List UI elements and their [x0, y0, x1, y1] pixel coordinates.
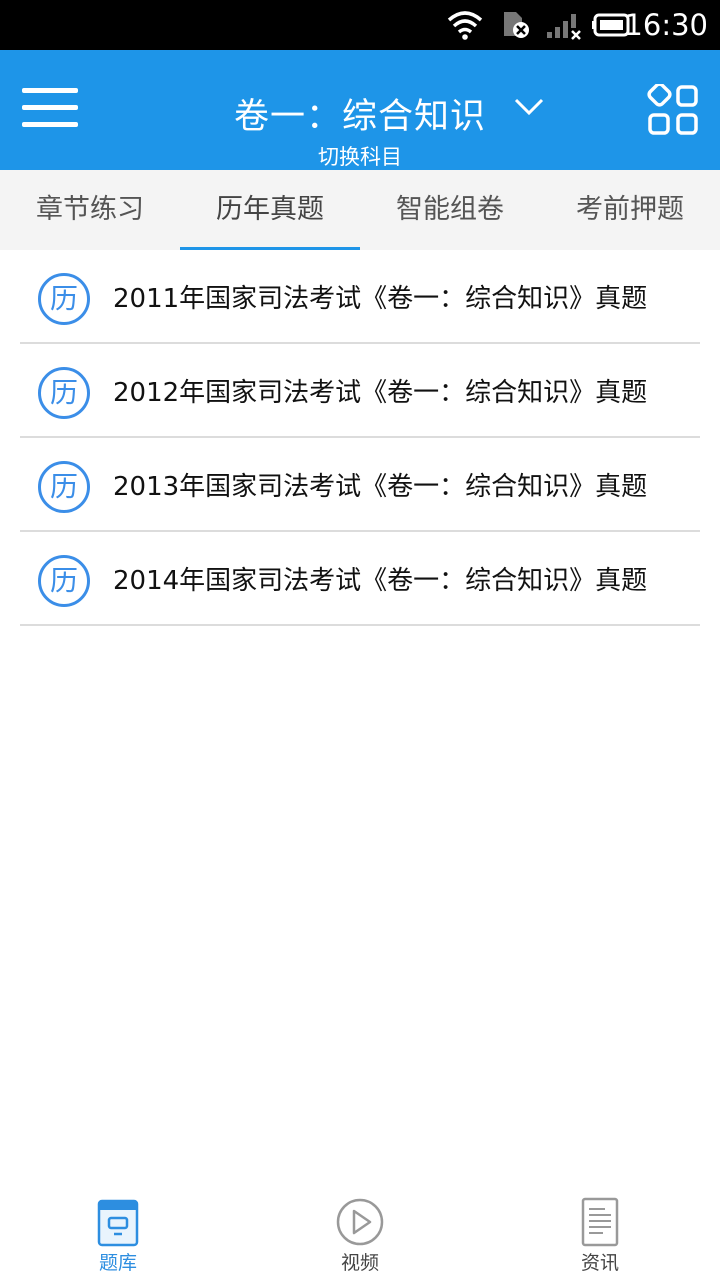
list-item-title: 2014年国家司法考试《卷一：综合知识》真题: [113, 566, 648, 596]
history-badge-icon: 历: [38, 273, 90, 325]
list-item[interactable]: 历 2012年国家司法考试《卷一：综合知识》真题: [20, 344, 700, 438]
list-item[interactable]: 历 2014年国家司法考试《卷一：综合知识》真题: [20, 532, 700, 626]
news-document-icon: [581, 1197, 619, 1247]
signal-icon: [547, 14, 581, 40]
nav-video[interactable]: 视频: [290, 1190, 430, 1280]
exam-list: 历 2011年国家司法考试《卷一：综合知识》真题 历 2012年国家司法考试《卷…: [0, 250, 720, 626]
tab-smart-paper[interactable]: 智能组卷: [360, 170, 540, 250]
hamburger-menu-icon[interactable]: [22, 88, 78, 132]
question-bank-icon: [97, 1199, 139, 1247]
nav-question-bank[interactable]: 题库: [48, 1190, 188, 1280]
app-bar: 卷一：综合知识 切换科目: [0, 50, 720, 170]
clock: 16:30: [624, 8, 708, 42]
category-grid-icon[interactable]: [642, 84, 700, 138]
list-item-title: 2011年国家司法考试《卷一：综合知识》真题: [113, 284, 648, 314]
nav-label: 资讯: [580, 1252, 619, 1274]
tab-pre-exam-predictions[interactable]: 考前押题: [540, 170, 720, 250]
tab-bar: 章节练习 历年真题 智能组卷 考前押题: [0, 170, 720, 250]
wifi-icon: [447, 11, 483, 40]
nav-label: 视频: [340, 1252, 379, 1274]
list-item[interactable]: 历 2013年国家司法考试《卷一：综合知识》真题: [20, 438, 700, 532]
sim-card-icon: [504, 12, 529, 38]
bottom-nav: 题库 视频 资讯: [0, 1190, 720, 1280]
list-item-title: 2013年国家司法考试《卷一：综合知识》真题: [113, 472, 648, 502]
nav-news[interactable]: 资讯: [530, 1190, 670, 1280]
tab-chapter-practice[interactable]: 章节练习: [0, 170, 180, 250]
list-item[interactable]: 历 2011年国家司法考试《卷一：综合知识》真题: [20, 250, 700, 344]
list-item-title: 2012年国家司法考试《卷一：综合知识》真题: [113, 378, 648, 408]
history-badge-icon: 历: [38, 367, 90, 419]
tab-past-exams[interactable]: 历年真题: [180, 170, 360, 250]
history-badge-icon: 历: [38, 461, 90, 513]
status-bar: 16:30: [0, 0, 720, 50]
history-badge-icon: 历: [38, 555, 90, 607]
chevron-down-icon[interactable]: [512, 94, 546, 120]
play-video-icon: [336, 1198, 384, 1246]
switch-subject-label[interactable]: 切换科目: [0, 141, 720, 171]
subject-title[interactable]: 卷一：综合知识: [234, 88, 486, 139]
nav-label: 题库: [98, 1252, 137, 1274]
